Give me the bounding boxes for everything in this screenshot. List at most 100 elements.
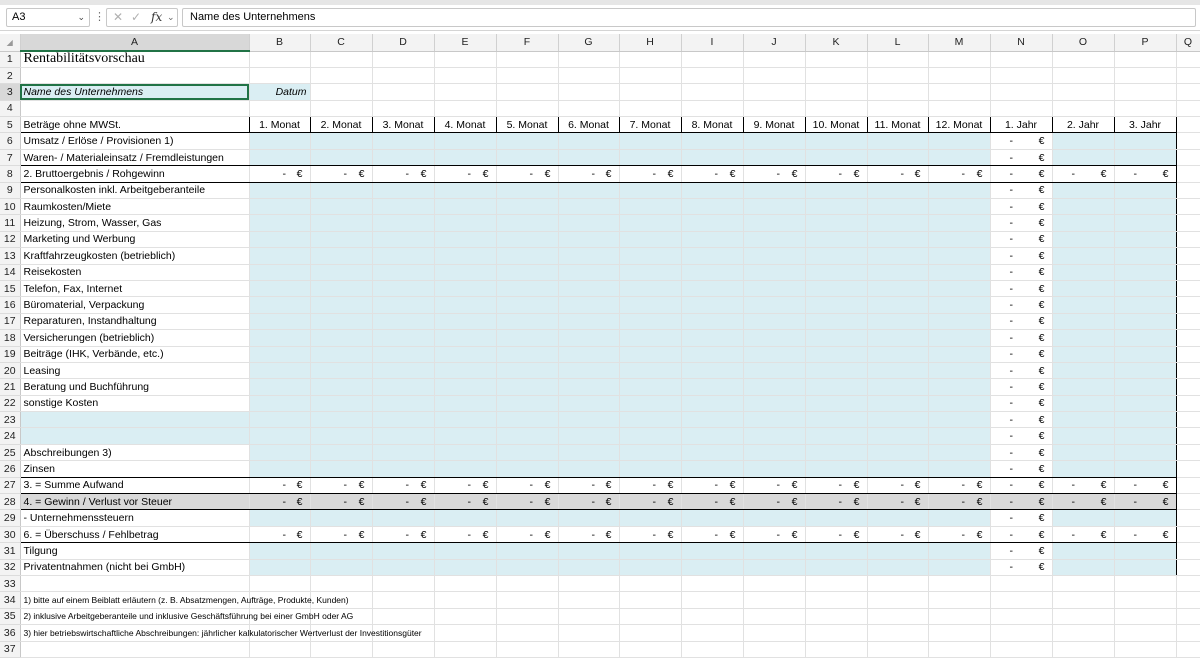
cell[interactable] (928, 427, 991, 445)
money-cell[interactable]: - € (372, 165, 435, 183)
cell[interactable] (681, 395, 744, 413)
cell[interactable] (1176, 378, 1200, 396)
cell[interactable] (805, 427, 868, 445)
cell[interactable] (372, 427, 435, 445)
cell[interactable] (558, 83, 620, 101)
cell[interactable] (496, 608, 559, 626)
money-cell[interactable]: - € (1114, 165, 1177, 183)
money-cell[interactable]: - € (867, 165, 929, 183)
cell[interactable] (372, 509, 435, 527)
cell[interactable] (558, 67, 620, 85)
cell[interactable] (249, 231, 311, 249)
money-cell[interactable]: - € (990, 411, 1053, 429)
money-cell[interactable]: - € (681, 165, 744, 183)
cell[interactable] (619, 83, 682, 101)
cell[interactable] (867, 395, 929, 413)
row-header[interactable]: 34 (0, 591, 21, 609)
money-cell[interactable]: - € (990, 198, 1053, 216)
cell[interactable] (805, 51, 868, 68)
cell[interactable] (867, 51, 929, 68)
money-cell[interactable]: - € (805, 165, 868, 183)
money-cell[interactable]: - € (310, 526, 373, 544)
cell[interactable] (619, 264, 682, 281)
cell[interactable] (310, 427, 373, 445)
cell[interactable] (434, 427, 497, 445)
cell[interactable] (928, 149, 991, 167)
cell[interactable] (310, 67, 373, 85)
cell[interactable] (249, 132, 311, 150)
row-header[interactable]: 18 (0, 329, 21, 347)
cell[interactable] (928, 346, 991, 363)
cell[interactable] (1052, 591, 1115, 609)
cell[interactable] (434, 591, 497, 609)
cell[interactable] (372, 411, 435, 429)
cell[interactable] (805, 329, 868, 347)
cell[interactable] (619, 608, 682, 626)
row-header[interactable]: 11 (0, 214, 21, 232)
cell[interactable] (1052, 427, 1115, 445)
cell[interactable] (928, 624, 991, 642)
cell[interactable] (805, 444, 868, 462)
cell[interactable] (558, 313, 620, 331)
cell[interactable] (372, 559, 435, 577)
cell[interactable] (928, 378, 991, 396)
cell[interactable] (19, 427, 250, 445)
cell[interactable] (1176, 165, 1200, 183)
cell[interactable] (1052, 362, 1115, 380)
cell[interactable] (743, 132, 806, 150)
cell[interactable] (372, 378, 435, 396)
cell[interactable] (805, 346, 868, 363)
cell[interactable] (496, 83, 559, 101)
money-cell[interactable]: - € (990, 444, 1053, 462)
cell[interactable] (1114, 100, 1177, 118)
cell[interactable] (743, 460, 806, 478)
cell[interactable] (1114, 411, 1177, 429)
money-cell[interactable]: - € (743, 477, 806, 495)
cell[interactable] (249, 427, 311, 445)
cell[interactable] (805, 460, 868, 478)
cell[interactable] (1176, 247, 1200, 265)
cell[interactable] (619, 559, 682, 577)
cell[interactable] (372, 231, 435, 249)
cell[interactable] (928, 559, 991, 577)
cell[interactable] (990, 608, 1053, 626)
cell[interactable] (619, 132, 682, 150)
cell[interactable] (619, 444, 682, 462)
cell[interactable] (743, 427, 806, 445)
column-header-i[interactable]: I (681, 34, 744, 52)
cell[interactable] (558, 329, 620, 347)
cell[interactable] (434, 444, 497, 462)
cell[interactable] (619, 313, 682, 331)
cell[interactable] (249, 247, 311, 265)
cell[interactable] (310, 378, 373, 396)
cell[interactable] (867, 182, 929, 200)
cell[interactable] (20, 100, 250, 118)
cell[interactable] (867, 575, 929, 593)
row-header[interactable]: 27 (0, 477, 21, 495)
cell[interactable] (496, 542, 559, 560)
cell[interactable] (928, 591, 991, 609)
cell[interactable] (990, 641, 1053, 658)
cell[interactable] (928, 132, 991, 150)
cell[interactable] (681, 296, 744, 314)
money-cell[interactable]: - € (310, 493, 373, 511)
cell[interactable] (249, 460, 311, 478)
cell[interactable] (558, 198, 620, 216)
money-cell[interactable]: - € (681, 477, 744, 495)
cell[interactable] (434, 296, 497, 314)
cell[interactable] (619, 427, 682, 445)
cell[interactable] (372, 149, 435, 167)
cell[interactable] (434, 132, 497, 150)
cell[interactable] (805, 264, 868, 281)
cell[interactable] (619, 231, 682, 249)
money-cell[interactable]: - € (249, 477, 311, 495)
cell[interactable] (372, 444, 435, 462)
cell[interactable] (743, 346, 806, 363)
cell[interactable] (1052, 575, 1115, 593)
cell[interactable] (619, 296, 682, 314)
cell[interactable] (1176, 346, 1200, 363)
column-header-q[interactable]: Q (1176, 34, 1200, 52)
money-cell[interactable]: - € (990, 329, 1053, 347)
cell[interactable] (619, 329, 682, 347)
cell[interactable] (372, 280, 435, 298)
